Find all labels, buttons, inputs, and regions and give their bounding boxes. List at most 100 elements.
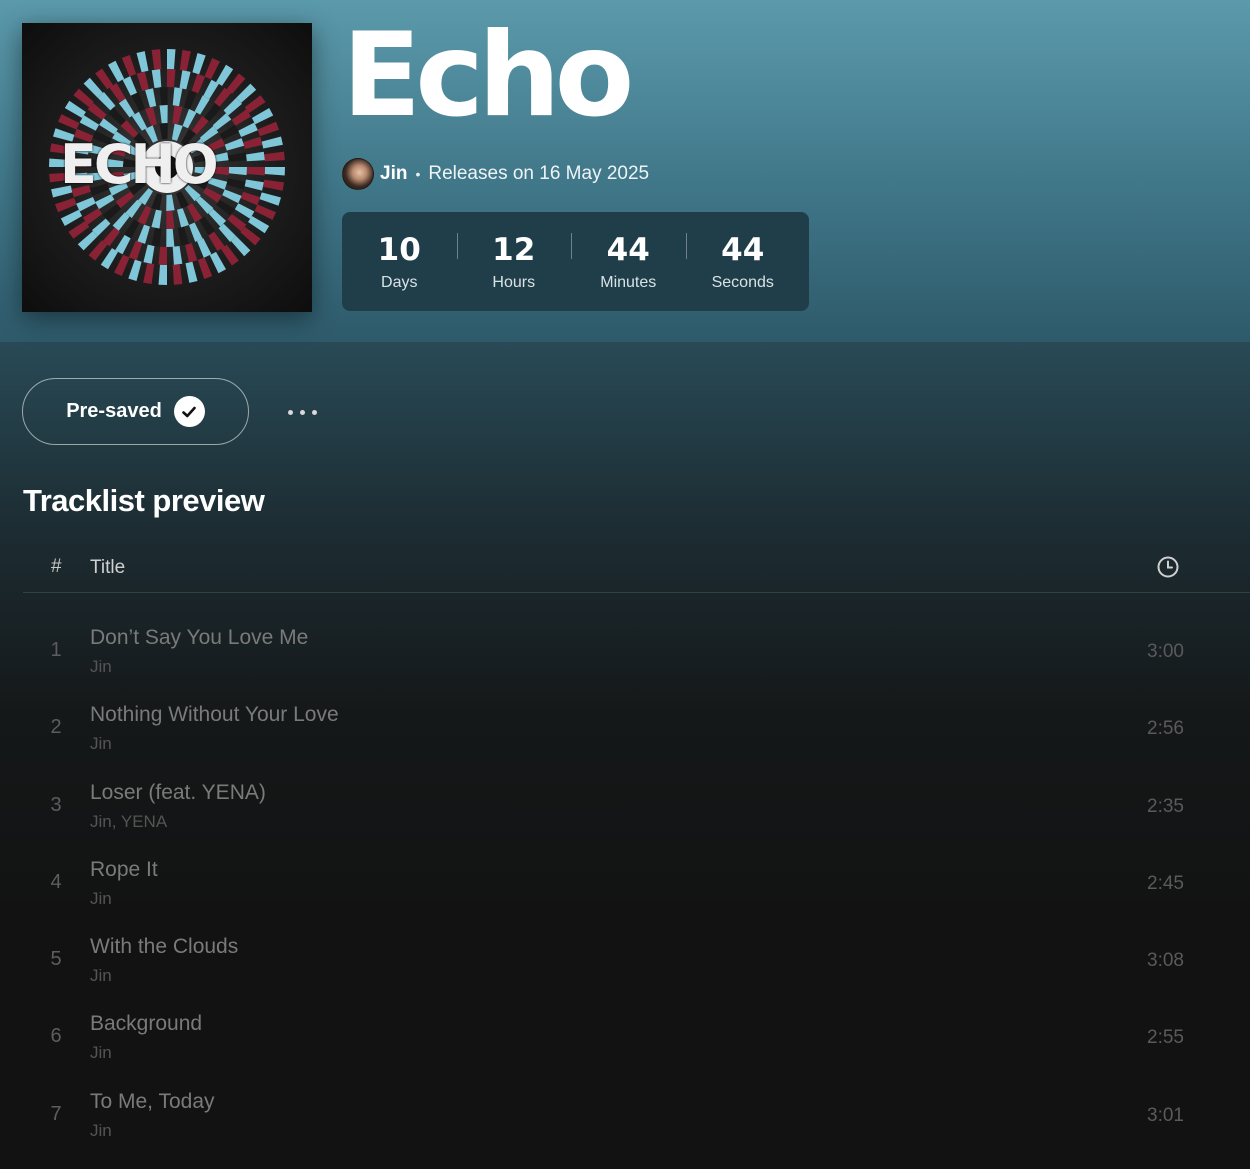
cover-pattern-segment <box>88 240 108 261</box>
track-row[interactable]: 7 To Me, Today Jin 3:01 <box>0 1076 1250 1153</box>
cover-pattern-segment <box>95 68 114 90</box>
countdown-label: Days <box>381 273 418 291</box>
track-duration: 2:35 <box>1147 795 1184 817</box>
presaved-button[interactable]: Pre-saved <box>22 378 249 445</box>
cover-pattern-segment <box>248 216 270 234</box>
track-number: 1 <box>50 639 62 661</box>
track-artist[interactable]: Jin <box>90 1043 112 1063</box>
track-artist[interactable]: Jin <box>90 966 112 986</box>
cover-pattern-segment <box>100 248 118 270</box>
track-artist[interactable]: Jin <box>90 889 112 909</box>
track-row[interactable]: 6 Background Jin 2:55 <box>0 998 1250 1075</box>
cover-pattern-segment <box>222 189 242 204</box>
track-title: Background <box>90 1012 203 1036</box>
cover-pattern-segment <box>194 95 210 115</box>
countdown-label: Minutes <box>600 273 657 291</box>
header-title: Title <box>90 557 126 578</box>
cover-pattern-segment <box>151 209 162 229</box>
cover-pattern-segment <box>136 51 149 73</box>
more-options-icon[interactable] <box>279 395 325 429</box>
tracklist: 1 Don’t Say You Love Me Jin 3:00 2 Nothi… <box>0 612 1250 1153</box>
cover-pattern-segment <box>128 259 142 281</box>
track-title: To Me, Today <box>90 1089 215 1113</box>
cover-pattern-segment <box>64 100 86 118</box>
cover-pattern-segment <box>240 191 261 206</box>
cover-pattern-segment <box>191 73 206 94</box>
cover-pattern-segment <box>172 264 183 285</box>
cover-pattern-segment <box>251 108 274 125</box>
cover-pattern-segment <box>204 58 220 80</box>
track-row[interactable]: 5 With the Clouds Jin 3:08 <box>0 921 1250 998</box>
cover-pattern-segment <box>114 254 130 276</box>
cover-pattern-segment <box>95 194 115 210</box>
track-title: Loser (feat. YENA) <box>90 780 266 804</box>
cover-pattern-segment <box>167 69 176 88</box>
cover-pattern-segment <box>177 208 189 228</box>
cover-pattern-segment <box>151 227 162 247</box>
countdown-label: Seconds <box>711 273 774 291</box>
cover-pattern-segment <box>137 224 150 244</box>
cover-pattern-segment <box>124 219 140 239</box>
track-title: Nothing Without Your Love <box>90 703 339 727</box>
clock-icon <box>1157 556 1179 578</box>
cover-pattern-segment <box>240 226 261 246</box>
countdown-minutes: 44 Minutes <box>571 232 686 292</box>
countdown-value: 44 <box>606 231 650 268</box>
cover-pattern-segment <box>137 205 152 225</box>
cover-pattern-segment <box>158 246 167 265</box>
cover-pattern-segment <box>167 49 176 70</box>
cover-pattern-segment <box>151 69 162 88</box>
cover-pattern-segment <box>226 73 246 94</box>
countdown-value: 44 <box>721 231 765 268</box>
countdown-hours: 12 Hours <box>456 232 572 292</box>
cover-pattern-segment <box>172 105 183 125</box>
track-duration: 3:01 <box>1147 1104 1184 1126</box>
cover-pattern-segment <box>244 95 266 114</box>
artist-avatar[interactable] <box>342 157 374 190</box>
cover-pattern-segment <box>220 244 239 266</box>
track-title: Don’t Say You Love Me <box>90 626 309 649</box>
cover-pattern-segment <box>76 197 96 212</box>
cover-pattern-segment <box>79 115 100 131</box>
album-cover[interactable]: ECHO <box>22 23 312 312</box>
track-row[interactable]: 2 Nothing Without Your Love Jin 2:56 <box>0 689 1250 766</box>
cover-pattern-segment <box>131 92 146 112</box>
countdown-seconds: 44 Seconds <box>685 231 801 292</box>
track-number: 3 <box>50 793 62 816</box>
check-circle-icon <box>173 396 205 427</box>
cover-pattern-segment <box>264 151 285 162</box>
track-artist[interactable]: Jin <box>90 657 112 677</box>
cover-pattern-segment <box>179 70 191 90</box>
track-artist[interactable]: Jin <box>90 734 112 754</box>
cover-pattern-segment <box>55 197 77 213</box>
cover-pattern-segment <box>188 222 203 242</box>
track-row[interactable]: 4 Rope It Jin 2:45 <box>0 844 1250 921</box>
track-artist[interactable]: Jin, YENA <box>90 812 167 832</box>
cover-pattern-segment <box>172 87 183 107</box>
cover-pattern-segment <box>182 109 197 129</box>
track-row[interactable]: 1 Don’t Say You Love Me Jin 3:00 <box>0 612 1250 689</box>
cover-pattern-segment <box>192 53 206 75</box>
cover-pattern-segment <box>159 105 168 124</box>
cover-pattern-segment <box>238 122 258 137</box>
cover-pattern-segment <box>219 124 239 140</box>
cover-pattern-segment <box>216 64 234 86</box>
artist-link[interactable]: Jin <box>380 163 407 185</box>
cover-pattern-segment <box>212 113 232 131</box>
cover-pattern-segment <box>254 204 276 220</box>
cover-pattern-segment <box>261 136 283 149</box>
track-duration: 3:08 <box>1147 950 1184 972</box>
more-dot <box>299 409 305 415</box>
release-date-text: Releases on 16 May 2025 <box>428 162 650 184</box>
more-dot <box>287 409 293 415</box>
cover-pattern-segment <box>60 209 83 226</box>
track-artist[interactable]: Jin <box>90 1121 112 1141</box>
header-number: # <box>51 556 62 577</box>
cover-pattern-segment <box>166 210 175 229</box>
cover-pattern-segment <box>231 236 251 257</box>
cover-pattern-segment <box>122 76 137 96</box>
album-cover-text: ECHO <box>60 133 219 196</box>
cover-pattern-segment <box>128 240 143 261</box>
cover-pattern-segment <box>244 179 264 191</box>
track-row[interactable]: 3 Loser (feat. YENA) Jin, YENA 2:35 <box>0 767 1250 844</box>
